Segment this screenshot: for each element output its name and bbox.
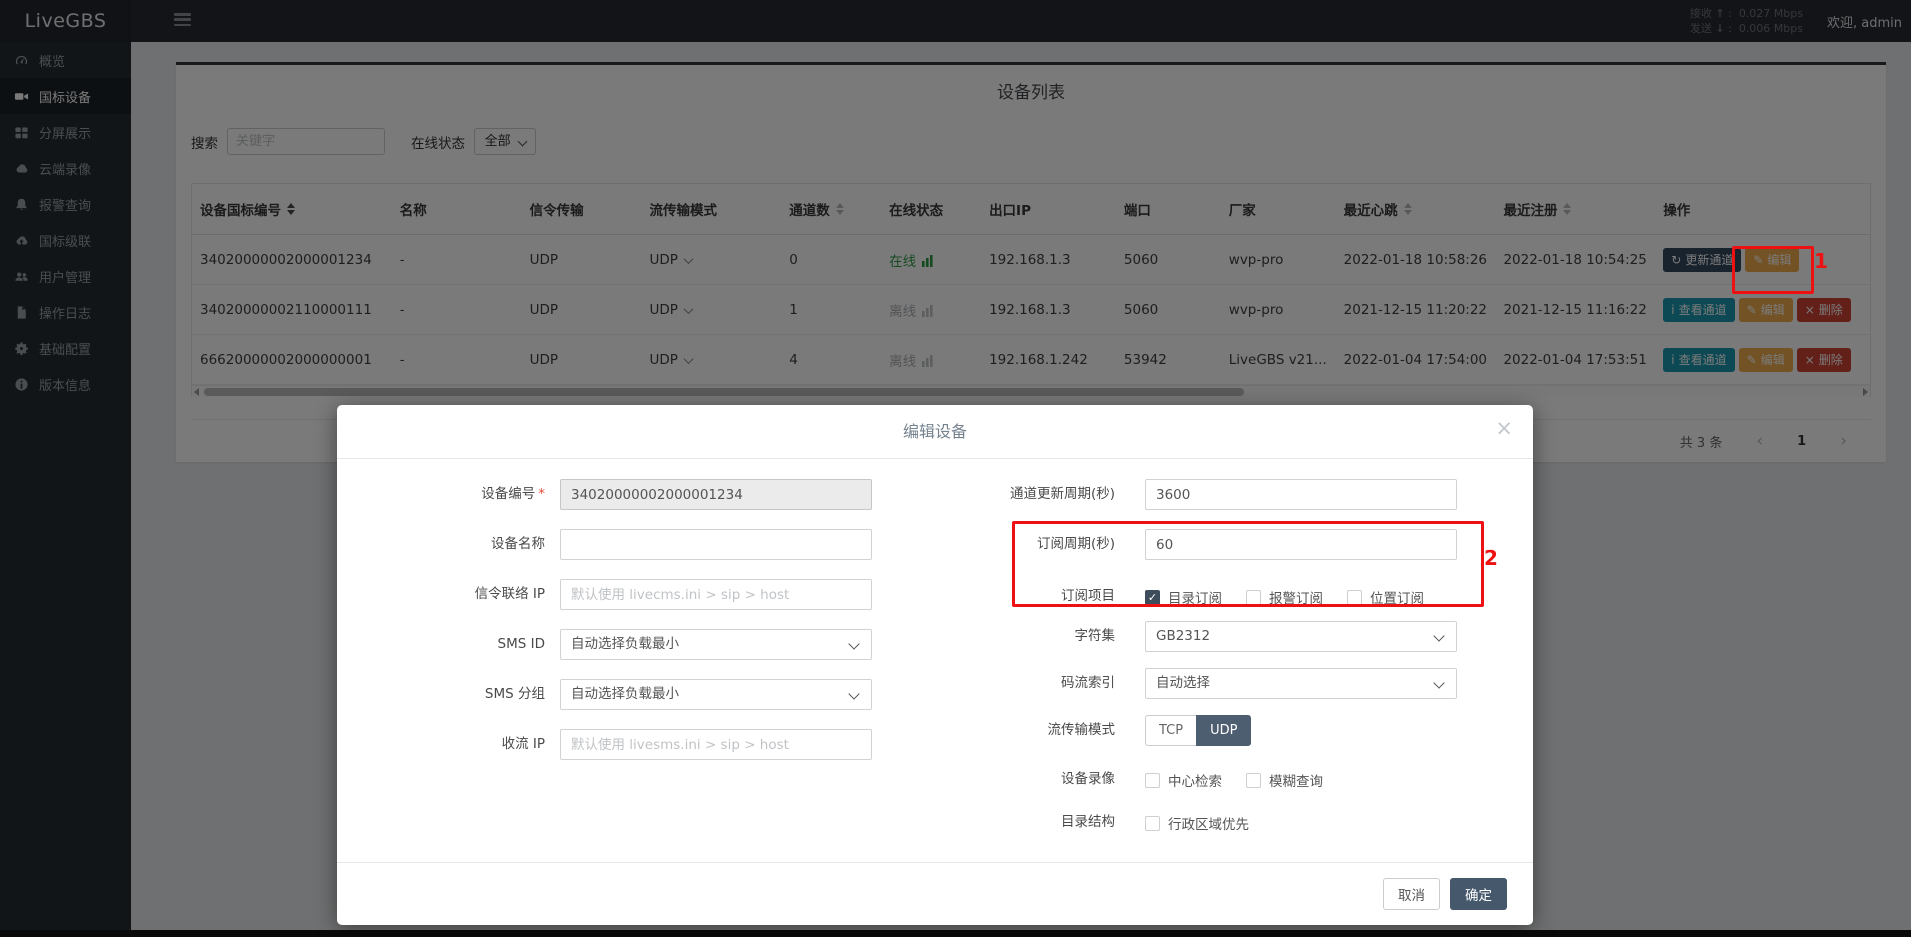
required-asterisk: * [538, 486, 545, 502]
field-text [560, 579, 872, 610]
field-label: 字符集 [897, 621, 1115, 652]
checkbox-group: 模糊查询 [1246, 770, 1323, 790]
checkbox-label: 行政区域优先 [1168, 813, 1249, 833]
form-row: 设备编号* [337, 479, 897, 529]
cancel-button[interactable]: 取消 [1383, 878, 1440, 910]
close-icon[interactable]: × [1495, 418, 1513, 439]
livegbs-app: LiveGBS 概览国标设备分屏展示云端录像报警查询国标级联用户管理操作日志基础… [0, 0, 1911, 937]
select-dropdown[interactable]: 自动选择 [1145, 668, 1457, 699]
field-select: GB2312 [1145, 621, 1457, 652]
unchecked-checkbox[interactable] [1145, 773, 1160, 788]
field-label: 设备录像 [897, 764, 1115, 795]
field-text [560, 529, 872, 560]
field-label: 信令联络 IP [337, 579, 545, 610]
field-label: 流传输模式 [897, 715, 1115, 746]
form-row: 收流 IP [337, 729, 897, 779]
select-dropdown[interactable]: GB2312 [1145, 621, 1457, 652]
text-input[interactable] [560, 479, 872, 510]
form-left-column: 设备编号* 设备名称信令联络 IP SMS ID 自动选择负载最小 SMS 分组 自动选择… [337, 479, 897, 857]
annotation-box-1 [1732, 246, 1814, 294]
annotation-box-2 [1012, 521, 1484, 607]
modal-header: 编辑设备 × [337, 405, 1533, 459]
text-input[interactable] [1145, 479, 1457, 510]
field-label: 设备编号* [337, 479, 545, 510]
field-toggle: TCPUDP [1145, 715, 1457, 746]
field-text [560, 729, 872, 760]
confirm-button[interactable]: 确定 [1450, 878, 1507, 910]
form-row: 目录结构 行政区域优先 [897, 807, 1533, 857]
unchecked-checkbox[interactable] [1246, 773, 1261, 788]
edit-device-modal: 编辑设备 × 设备编号*设备名称信令联络 IPSMS ID自动选择负载最小SMS… [337, 405, 1533, 925]
select-value: GB2312 [1156, 628, 1210, 644]
checkbox-group: 行政区域优先 [1145, 813, 1249, 833]
select-dropdown[interactable]: 自动选择负载最小 [560, 629, 872, 660]
field-select: 自动选择负载最小 [560, 679, 872, 710]
form-row: SMS 分组 自动选择负载最小 [337, 679, 897, 729]
field-select: 自动选择负载最小 [560, 629, 872, 660]
modal-body: 设备编号* 设备名称信令联络 IP SMS ID 自动选择负载最小 SMS 分组 自动选择… [337, 459, 1533, 857]
form-row: 设备名称 [337, 529, 897, 579]
form-row: SMS ID 自动选择负载最小 [337, 629, 897, 679]
field-select: 自动选择 [1145, 668, 1457, 699]
checkbox-label: 中心检索 [1168, 770, 1222, 790]
field-text [560, 479, 872, 510]
field-text [1145, 479, 1457, 510]
checkbox-group: 中心检索 [1145, 770, 1222, 790]
field-label: 码流索引 [897, 668, 1115, 699]
form-row: 信令联络 IP [337, 579, 897, 629]
text-input[interactable] [560, 579, 872, 610]
field-label: 通道更新周期(秒) [897, 479, 1115, 510]
form-row: 设备录像 中心检索 模糊查询 [897, 764, 1533, 807]
toggle-option-udp[interactable]: UDP [1196, 715, 1251, 746]
form-row: 字符集 GB2312 [897, 621, 1533, 668]
toggle-option-tcp[interactable]: TCP [1145, 715, 1197, 746]
select-value: 自动选择 [1156, 675, 1210, 691]
select-value: 自动选择负载最小 [571, 636, 679, 652]
annotation-number-2: 2 [1484, 546, 1498, 570]
modal-title: 编辑设备 [337, 405, 1533, 458]
form-row: 码流索引 自动选择 [897, 668, 1533, 715]
select-dropdown[interactable]: 自动选择负载最小 [560, 679, 872, 710]
select-value: 自动选择负载最小 [571, 686, 679, 702]
form-row: 流传输模式 TCPUDP [897, 715, 1533, 764]
modal-footer: 取消 确定 [337, 862, 1533, 925]
field-checkboxes: 行政区域优先 [1145, 813, 1273, 833]
field-label: SMS ID [337, 629, 545, 660]
unchecked-checkbox[interactable] [1145, 816, 1160, 831]
text-input[interactable] [560, 529, 872, 560]
stream-mode-toggle: TCPUDP [1145, 715, 1251, 746]
field-label: 收流 IP [337, 729, 545, 760]
field-label: 目录结构 [897, 807, 1115, 838]
field-label: 设备名称 [337, 529, 545, 560]
text-input[interactable] [560, 729, 872, 760]
checkbox-label: 模糊查询 [1269, 770, 1323, 790]
annotation-number-1: 1 [1814, 249, 1828, 273]
field-checkboxes: 中心检索 模糊查询 [1145, 770, 1347, 790]
field-label: SMS 分组 [337, 679, 545, 710]
